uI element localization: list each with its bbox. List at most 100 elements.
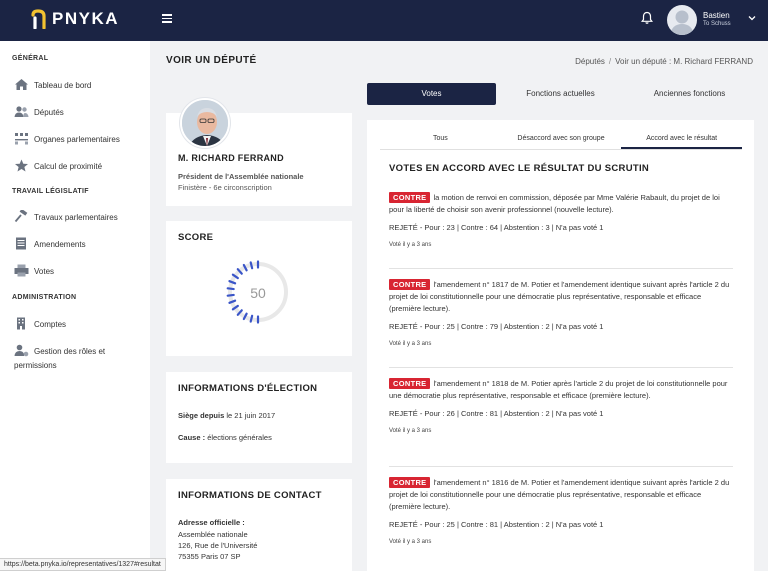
- sidebar-item-accounts[interactable]: Comptes: [14, 317, 66, 332]
- vote-date: Voté il y a 3 ans: [389, 428, 432, 434]
- app-logo[interactable]: PNYKA: [30, 9, 119, 29]
- vote-result: REJETÉ - Pour : 25 | Contre : 79 | Abste…: [389, 322, 604, 331]
- sidebar: GÉNÉRAL Tableau de bord Députés Organes …: [0, 41, 150, 571]
- gavel-icon: [14, 210, 28, 223]
- vote-result: REJETÉ - Pour : 23 | Contre : 64 | Abste…: [389, 223, 604, 232]
- vote-description: CONTRE l'amendement n° 1817 de M. Potier …: [389, 279, 733, 315]
- star-icon: [15, 159, 28, 172]
- tab-votes[interactable]: Votes: [367, 83, 496, 105]
- building-icon: [17, 317, 25, 330]
- votes-filter-tabs: Tous Désaccord avec son groupe Accord av…: [380, 130, 743, 150]
- org-chart-icon: [15, 133, 28, 145]
- sidebar-item-roles-line2[interactable]: permissions: [14, 358, 57, 373]
- deputy-name: M. RICHARD FERRAND: [178, 153, 284, 163]
- sidebar-item-label: Calcul de proximité: [34, 162, 103, 171]
- vote-description: CONTRE la motion de renvoi en commission,…: [389, 192, 733, 216]
- score-title: SCORE: [178, 232, 214, 243]
- vote-description: CONTRE l'amendement n° 1818 de M. Potier …: [389, 378, 733, 402]
- vote-result: REJETÉ - Pour : 25 | Contre : 81 | Abste…: [389, 520, 604, 529]
- contact-address-line-1: Assemblée nationale: [178, 530, 248, 539]
- vote-position-badge: CONTRE: [389, 279, 431, 290]
- sidebar-item-votes[interactable]: Votes: [14, 264, 54, 279]
- sidebar-section-legislative: TRAVAIL LÉGISLATIF: [12, 188, 89, 195]
- subtab-agree-result[interactable]: Accord avec le résultat: [621, 130, 743, 149]
- user-subtitle: To Schuss: [703, 21, 731, 27]
- vote-divider: [389, 466, 733, 467]
- election-info-card: INFORMATIONS D'ÉLECTION Siège depuis le …: [166, 372, 352, 463]
- vote-position-badge: CONTRE: [389, 477, 431, 488]
- vote-item[interactable]: CONTRE l'amendement n° 1818 de M. Potier …: [389, 378, 733, 434]
- contact-info-title: INFORMATIONS DE CONTACT: [178, 490, 322, 501]
- link-status-bar: https://beta.pnyka.io/representatives/13…: [0, 558, 166, 571]
- sidebar-section-admin: ADMINISTRATION: [12, 294, 77, 301]
- logo-mark-icon: [31, 9, 46, 29]
- breadcrumb-deputies-link[interactable]: Députés: [575, 57, 605, 66]
- vote-position-badge: CONTRE: [389, 192, 431, 203]
- election-cause-value: élections générales: [207, 433, 272, 442]
- sidebar-item-label: Comptes: [34, 320, 67, 329]
- top-bar: PNYKA Bastien To Schuss: [0, 0, 768, 41]
- sidebar-item-label: Députés: [34, 108, 64, 117]
- sidebar-item-dashboard[interactable]: Tableau de bord: [14, 78, 91, 93]
- sidebar-item-parliamentary-bodies[interactable]: Organes parlementaires: [14, 132, 120, 147]
- score-value: 50: [250, 285, 266, 301]
- people-icon: [14, 106, 29, 117]
- contact-address-line-2: 126, Rue de l'Université: [178, 541, 258, 550]
- breadcrumb-current: Voir un député : M. Richard FERRAND: [615, 57, 753, 66]
- vote-result: REJETÉ - Pour : 26 | Contre : 81 | Abste…: [389, 409, 604, 418]
- score-gauge-tick: [249, 314, 254, 323]
- vote-divider: [389, 268, 733, 269]
- deputy-district: Finistère - 6e circonscription: [178, 183, 272, 192]
- score-card: SCORE 50: [166, 221, 352, 356]
- sidebar-item-label: Votes: [34, 267, 55, 276]
- vote-description: CONTRE l'amendement n° 1816 de M. Potier …: [389, 477, 733, 513]
- vote-item[interactable]: CONTRE l'amendement n° 1817 de M. Potier …: [389, 279, 733, 347]
- sidebar-item-deputies[interactable]: Députés: [14, 105, 64, 120]
- deputy-photo: [180, 98, 230, 148]
- vote-date: Voté il y a 3 ans: [389, 242, 432, 248]
- vote-position-badge: CONTRE: [389, 378, 431, 389]
- vote-divider: [389, 367, 733, 368]
- sidebar-section-general: GÉNÉRAL: [12, 55, 49, 62]
- election-since-value: le 21 juin 2017: [226, 411, 276, 420]
- vote-text: l'amendement n° 1818 de M. Potier après …: [389, 379, 728, 400]
- sidebar-item-label: Travaux parlementaires: [34, 213, 118, 222]
- contact-address-label: Adresse officielle :: [178, 518, 245, 527]
- app-name: PNYKA: [52, 9, 120, 28]
- election-since: Siège depuis le 21 juin 2017: [178, 411, 275, 420]
- sidebar-item-label: Amendements: [34, 240, 86, 249]
- election-cause-label: Cause :: [178, 433, 206, 442]
- subtab-all[interactable]: Tous: [380, 130, 501, 149]
- sidebar-item-label: Tableau de bord: [34, 81, 92, 90]
- printer-icon: [14, 264, 29, 277]
- sidebar-item-roles[interactable]: Gestion des rôles et: [14, 344, 105, 359]
- sidebar-item-proximity[interactable]: Calcul de proximité: [14, 159, 102, 174]
- home-icon: [15, 79, 28, 90]
- vote-text: l'amendement n° 1817 de M. Potier et l'a…: [389, 280, 730, 313]
- sidebar-item-label: Organes parlementaires: [34, 135, 120, 144]
- notification-bell-icon[interactable]: [640, 11, 654, 25]
- vote-item[interactable]: CONTRE la motion de renvoi en commission,…: [389, 192, 733, 248]
- menu-toggle-icon[interactable]: [162, 14, 172, 23]
- score-gauge-tick: [249, 261, 254, 270]
- votes-heading: VOTES EN ACCORD AVEC LE RÉSULTAT DU SCRU…: [389, 163, 650, 174]
- user-avatar[interactable]: [667, 5, 697, 35]
- tab-former-functions[interactable]: Anciennes fonctions: [625, 83, 754, 105]
- contact-info-card: INFORMATIONS DE CONTACT Adresse officiel…: [166, 479, 352, 571]
- sidebar-item-amendments[interactable]: Amendements: [14, 237, 86, 252]
- contact-address-line-3: 75355 Paris 07 SP: [178, 552, 241, 561]
- deputy-tabs: Votes Fonctions actuelles Anciennes fonc…: [367, 83, 754, 105]
- page-title: VOIR UN DÉPUTÉ: [166, 55, 257, 66]
- tab-current-functions[interactable]: Fonctions actuelles: [496, 83, 625, 105]
- document-icon: [16, 237, 26, 250]
- breadcrumb-separator: /: [608, 57, 612, 66]
- sidebar-item-parliamentary-work[interactable]: Travaux parlementaires: [14, 210, 118, 225]
- user-gear-icon: [14, 344, 29, 357]
- election-info-title: INFORMATIONS D'ÉLECTION: [178, 383, 318, 394]
- user-name[interactable]: Bastien: [703, 11, 730, 20]
- subtab-disagree-group[interactable]: Désaccord avec son groupe: [501, 130, 622, 149]
- vote-item[interactable]: CONTRE l'amendement n° 1816 de M. Potier …: [389, 477, 733, 545]
- chevron-down-icon[interactable]: [748, 15, 756, 21]
- vote-text: la motion de renvoi en commission, dépos…: [389, 193, 720, 214]
- vote-date: Voté il y a 3 ans: [389, 539, 432, 545]
